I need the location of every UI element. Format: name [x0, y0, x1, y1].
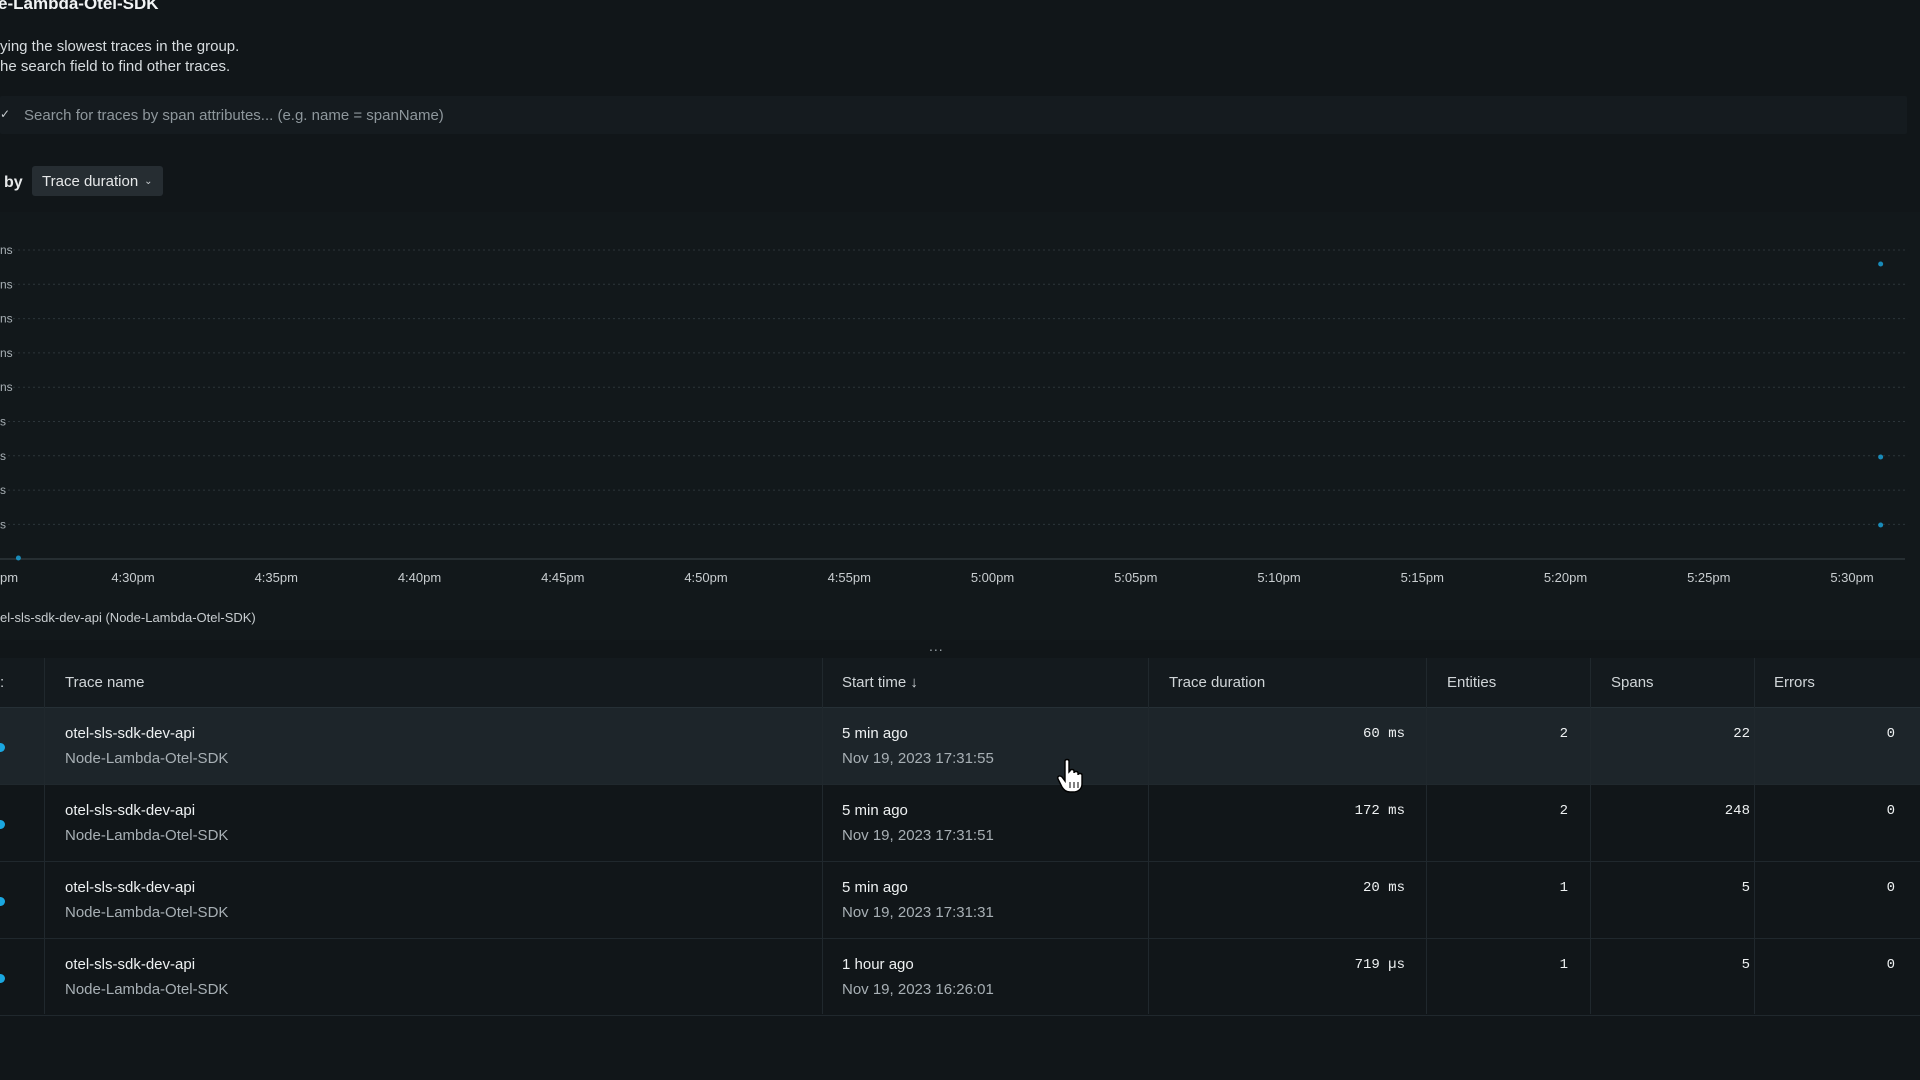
entities-count: 1 — [1559, 957, 1568, 973]
errors-count: 0 — [1886, 803, 1895, 819]
start-time-relative: 5 min ago — [842, 879, 908, 896]
column-divider — [1590, 658, 1591, 1014]
traces-table: : Trace name Start time ↓ Trace duration… — [0, 658, 1920, 1016]
y-tick-label: s — [0, 415, 6, 429]
status-dot — [0, 974, 5, 983]
y-tick-label: s — [0, 483, 6, 497]
x-tick-label: 4:40pm — [398, 570, 441, 585]
x-tick-label: 5:20pm — [1544, 570, 1587, 585]
trace-duration-chart: ns ns ns ns ns s s s s pm 4:30pm 4:35pm 4:40pm 4:45pm… — [0, 212, 1920, 640]
page-description-line-1: ying the slowest traces in the group. — [0, 38, 240, 55]
hand-cursor-icon — [1057, 758, 1083, 793]
x-tick-label: 5:25pm — [1687, 570, 1730, 585]
start-time-absolute: Nov 19, 2023 17:31:55 — [842, 750, 994, 767]
entities-count: 1 — [1559, 880, 1568, 896]
column-divider — [822, 658, 823, 1014]
y-tick-label: ns — [0, 243, 13, 257]
trace-duration-value: 719 µs — [1354, 957, 1405, 973]
traces-page: e-Lambda-Otel-SDK ying the slowest trace… — [0, 0, 1920, 1080]
spans-count: 248 — [1724, 803, 1750, 819]
resize-handle[interactable]: ... — [929, 638, 944, 654]
column-header-trace-name[interactable]: Trace name — [65, 674, 144, 691]
entities-count: 2 — [1559, 803, 1568, 819]
check-icon: ✓ — [0, 107, 11, 121]
trace-search-input[interactable] — [24, 96, 1884, 134]
x-tick-label: 5:10pm — [1257, 570, 1300, 585]
page-title: e-Lambda-Otel-SDK — [0, 0, 159, 13]
start-time-absolute: Nov 19, 2023 16:26:01 — [842, 981, 994, 998]
y-tick-label: ns — [0, 346, 13, 360]
column-divider — [1754, 658, 1755, 1014]
x-tick-label: 4:50pm — [684, 570, 727, 585]
data-point — [15, 555, 21, 561]
column-header-trace-duration[interactable]: Trace duration — [1169, 674, 1265, 691]
errors-count: 0 — [1886, 880, 1895, 896]
trace-name[interactable]: otel-sls-sdk-dev-api — [65, 879, 195, 896]
x-tick-label: 5:30pm — [1830, 570, 1873, 585]
trace-group: Node-Lambda-Otel-SDK — [65, 750, 229, 767]
column-header-spans[interactable]: Spans — [1611, 674, 1654, 691]
column-divider — [1426, 658, 1427, 1014]
status-dot — [0, 820, 5, 829]
spans-count: 5 — [1741, 957, 1750, 973]
errors-count: 0 — [1886, 726, 1895, 742]
column-divider — [1148, 658, 1149, 1014]
trace-duration-value: 20 ms — [1362, 880, 1405, 896]
data-point — [1878, 522, 1884, 528]
group-by-dropdown[interactable]: Trace duration ⌄ — [32, 166, 163, 196]
page-description-line-2: he search field to find other traces. — [0, 58, 231, 75]
status-dot — [0, 897, 5, 906]
spans-count: 5 — [1741, 880, 1750, 896]
table-row[interactable]: otel-sls-sdk-dev-api Node-Lambda-Otel-SD… — [0, 939, 1920, 1016]
data-point — [1878, 454, 1884, 460]
group-by-label: by — [4, 174, 23, 191]
y-tick-label: ns — [0, 312, 13, 326]
entities-count: 2 — [1559, 726, 1568, 742]
chart-legend-entry: el-sls-sdk-dev-api (Node-Lambda-Otel-SDK… — [0, 610, 256, 625]
start-time-absolute: Nov 19, 2023 17:31:51 — [842, 827, 994, 844]
spans-count: 22 — [1733, 726, 1750, 742]
errors-count: 0 — [1886, 957, 1895, 973]
x-tick-label: 5:00pm — [971, 570, 1014, 585]
trace-name[interactable]: otel-sls-sdk-dev-api — [65, 802, 195, 819]
x-tick-label: 5:15pm — [1401, 570, 1444, 585]
trace-group: Node-Lambda-Otel-SDK — [65, 904, 229, 921]
start-time-absolute: Nov 19, 2023 17:31:31 — [842, 904, 994, 921]
table-row[interactable]: otel-sls-sdk-dev-api Node-Lambda-Otel-SD… — [0, 708, 1920, 785]
trace-group: Node-Lambda-Otel-SDK — [65, 827, 229, 844]
group-by-selected-value: Trace duration — [42, 172, 139, 190]
x-tick-label: 4:35pm — [255, 570, 298, 585]
column-header-errors[interactable]: Errors — [1774, 674, 1815, 691]
x-tick-label: 5:05pm — [1114, 570, 1157, 585]
trace-name[interactable]: otel-sls-sdk-dev-api — [65, 725, 195, 742]
trace-group: Node-Lambda-Otel-SDK — [65, 981, 229, 998]
y-tick-label: s — [0, 517, 6, 531]
trace-search-bar: ✓ — [0, 96, 1907, 134]
column-header-start-time[interactable]: Start time ↓ — [842, 674, 918, 691]
trace-duration-value: 172 ms — [1354, 803, 1405, 819]
start-time-relative: 5 min ago — [842, 725, 908, 742]
chart-canvas: ns ns ns ns ns s s s s pm 4:30pm 4:35pm 4:40pm 4:45pm… — [0, 243, 1905, 585]
table-row[interactable]: otel-sls-sdk-dev-api Node-Lambda-Otel-SD… — [0, 785, 1920, 862]
trace-duration-value: 60 ms — [1362, 726, 1405, 742]
x-tick-label: 4:30pm — [111, 570, 154, 585]
table-header: : Trace name Start time ↓ Trace duration… — [0, 658, 1920, 708]
start-time-relative: 5 min ago — [842, 802, 908, 819]
column-divider — [44, 658, 45, 1014]
x-tick-label: pm — [0, 570, 18, 585]
x-tick-label: 4:45pm — [541, 570, 584, 585]
table-row[interactable]: otel-sls-sdk-dev-api Node-Lambda-Otel-SD… — [0, 862, 1920, 939]
y-tick-label: ns — [0, 380, 13, 394]
chevron-down-icon: ⌄ — [144, 175, 153, 187]
trace-name[interactable]: otel-sls-sdk-dev-api — [65, 956, 195, 973]
x-tick-label: 4:55pm — [828, 570, 871, 585]
y-tick-label: ns — [0, 277, 13, 291]
column-header-entities[interactable]: Entities — [1447, 674, 1496, 691]
status-dot — [0, 743, 5, 752]
select-column-header[interactable]: : — [0, 674, 4, 691]
y-tick-label: s — [0, 449, 6, 463]
data-point — [1878, 261, 1884, 267]
start-time-relative: 1 hour ago — [842, 956, 914, 973]
